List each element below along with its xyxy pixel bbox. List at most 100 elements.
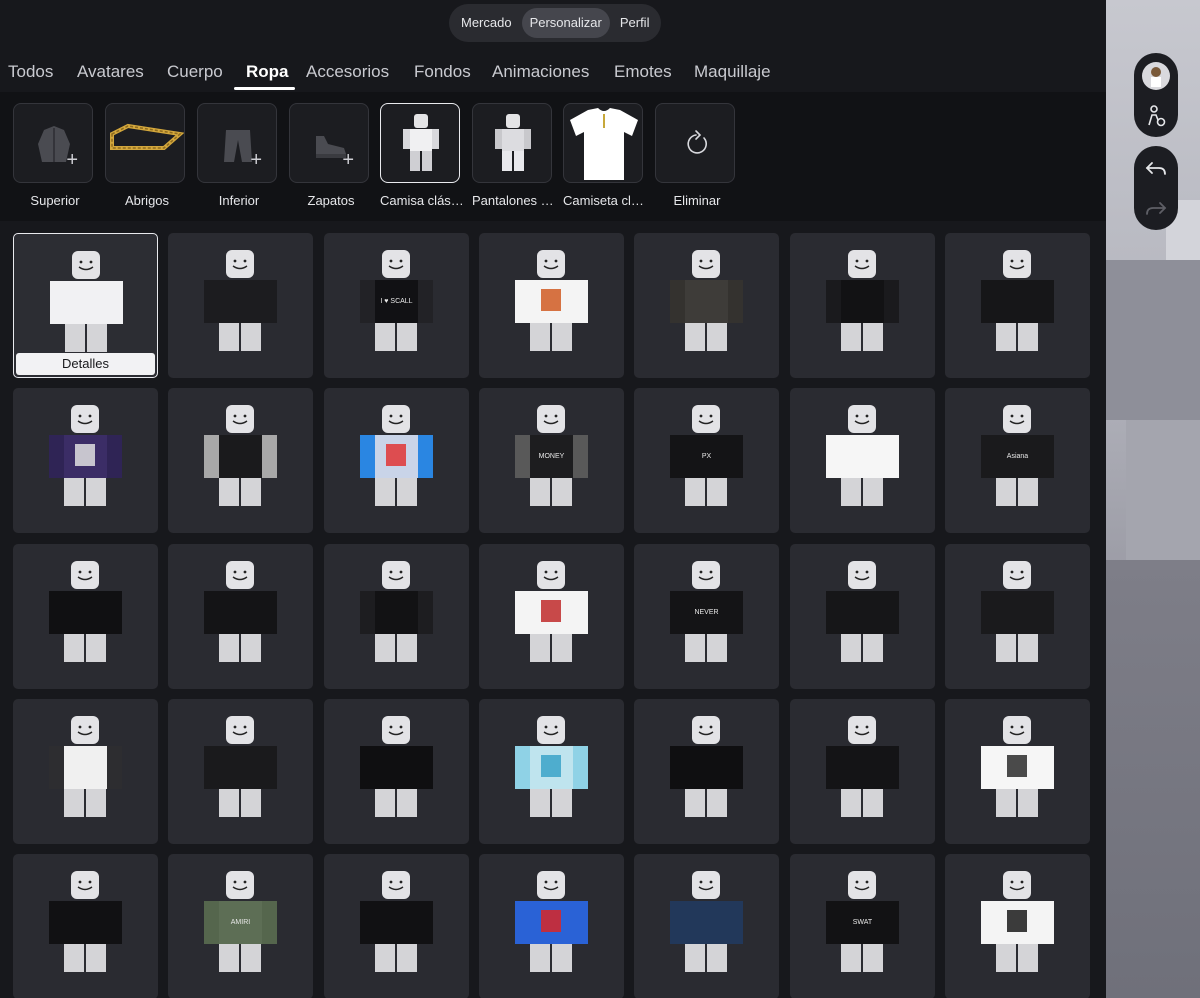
clothing-item-card[interactable] bbox=[324, 854, 469, 998]
subcategory-camisa-clasica[interactable]: Camisa clási... bbox=[380, 103, 464, 208]
shirt-print-text: SWAT bbox=[853, 919, 873, 926]
avatar-left-arm bbox=[981, 901, 996, 944]
subcategory-eliminar[interactable]: Eliminar bbox=[655, 103, 739, 208]
avatar-head bbox=[848, 405, 876, 433]
avatar-head bbox=[226, 871, 254, 899]
avatar-torso bbox=[64, 591, 107, 634]
clothing-item-card[interactable] bbox=[13, 388, 158, 533]
clothing-item-card[interactable] bbox=[634, 699, 779, 844]
avatar-left-leg bbox=[530, 478, 550, 506]
top-segmented-control: Mercado Personalizar Perfil bbox=[449, 4, 662, 42]
details-button[interactable]: Detalles bbox=[16, 353, 155, 375]
tab-maquillaje[interactable]: Maquillaje bbox=[694, 62, 771, 82]
segment-perfil[interactable]: Perfil bbox=[612, 8, 658, 38]
clothing-item-card[interactable] bbox=[479, 699, 624, 844]
avatar-thumbnail: SWAT bbox=[826, 871, 899, 972]
avatar-right-leg bbox=[241, 634, 261, 662]
avatar-right-arm bbox=[1039, 591, 1054, 634]
subcategory-camiseta-clasica[interactable]: Camiseta clá... bbox=[563, 103, 647, 208]
clothing-item-card[interactable] bbox=[634, 854, 779, 998]
tab-fondos[interactable]: Fondos bbox=[414, 62, 471, 82]
avatar-thumbnail bbox=[670, 871, 743, 972]
clothing-item-card[interactable] bbox=[790, 699, 935, 844]
clothing-item-card[interactable] bbox=[945, 699, 1090, 844]
avatar-thumbnail bbox=[981, 716, 1054, 817]
clothing-item-card[interactable]: NEVER bbox=[634, 544, 779, 689]
avatar-thumbnail bbox=[204, 250, 277, 351]
tab-accesorios[interactable]: Accesorios bbox=[306, 62, 389, 82]
clothing-item-card[interactable] bbox=[945, 544, 1090, 689]
clothing-item-card[interactable] bbox=[479, 854, 624, 998]
clothing-item-card[interactable] bbox=[168, 233, 313, 378]
clothing-item-card[interactable]: PX bbox=[634, 388, 779, 533]
clothing-item-card[interactable] bbox=[479, 544, 624, 689]
avatar-left-leg bbox=[375, 634, 395, 662]
tab-ropa[interactable]: Ropa bbox=[246, 62, 289, 82]
avatar-thumbnail bbox=[515, 716, 588, 817]
avatar-left-leg bbox=[375, 789, 395, 817]
avatar-right-leg bbox=[241, 323, 261, 351]
avatar-thumbnail: PX bbox=[670, 405, 743, 506]
clothing-item-card[interactable]: AMIRI bbox=[168, 854, 313, 998]
avatar-head bbox=[72, 251, 100, 279]
clothing-item-card[interactable] bbox=[168, 699, 313, 844]
avatar-left-leg bbox=[64, 944, 84, 972]
clothing-item-card[interactable] bbox=[324, 388, 469, 533]
avatar-head bbox=[848, 561, 876, 589]
clothing-item-card[interactable] bbox=[13, 544, 158, 689]
avatar-thumbnail bbox=[204, 405, 277, 506]
clothing-item-card[interactable] bbox=[324, 699, 469, 844]
avatar-left-arm bbox=[49, 746, 64, 789]
avatar-head bbox=[692, 716, 720, 744]
avatar-head bbox=[1003, 561, 1031, 589]
avatar-thumbnail bbox=[360, 561, 433, 662]
avatar-head bbox=[382, 871, 410, 899]
clothing-item-card[interactable] bbox=[790, 388, 935, 533]
clothing-item-card[interactable]: Detalles bbox=[13, 233, 158, 378]
tab-avatares[interactable]: Avatares bbox=[77, 62, 144, 82]
avatar-torso bbox=[64, 901, 107, 944]
clothing-item-card[interactable]: Asiana bbox=[945, 388, 1090, 533]
clothing-item-card[interactable] bbox=[168, 544, 313, 689]
avatar-headshot-button[interactable] bbox=[1141, 61, 1171, 91]
subcategory-pantalones-clasicos[interactable]: Pantalones c... bbox=[472, 103, 556, 208]
tab-todos[interactable]: Todos bbox=[8, 62, 53, 82]
segment-personalizar[interactable]: Personalizar bbox=[521, 8, 610, 38]
avatar-left-leg bbox=[841, 634, 861, 662]
undo-button[interactable] bbox=[1141, 154, 1171, 184]
avatar-settings-button[interactable] bbox=[1141, 101, 1171, 131]
clothing-item-card[interactable] bbox=[13, 854, 158, 998]
redo-button[interactable] bbox=[1141, 194, 1171, 224]
clothing-item-card[interactable] bbox=[324, 544, 469, 689]
avatar-right-arm bbox=[418, 435, 433, 478]
tab-animaciones[interactable]: Animaciones bbox=[492, 62, 589, 82]
clothing-item-card[interactable]: MONEY bbox=[479, 388, 624, 533]
tab-emotes[interactable]: Emotes bbox=[614, 62, 672, 82]
clothing-item-card[interactable] bbox=[945, 233, 1090, 378]
avatar-head bbox=[382, 716, 410, 744]
avatar-left-arm bbox=[515, 901, 530, 944]
tab-cuerpo[interactable]: Cuerpo bbox=[167, 62, 223, 82]
avatar-right-arm bbox=[573, 435, 588, 478]
subcategory-superior[interactable]: + Superior bbox=[13, 103, 97, 208]
clothing-item-card[interactable] bbox=[168, 388, 313, 533]
clothing-item-card[interactable] bbox=[790, 544, 935, 689]
clothing-item-card[interactable] bbox=[634, 233, 779, 378]
clothing-item-card[interactable] bbox=[790, 233, 935, 378]
clothing-item-card[interactable] bbox=[945, 854, 1090, 998]
clothing-item-card[interactable] bbox=[13, 699, 158, 844]
avatar-left-arm bbox=[50, 281, 65, 324]
undo-redo-controls bbox=[1134, 146, 1178, 230]
avatar-head bbox=[226, 405, 254, 433]
clothing-item-card[interactable]: SWAT bbox=[790, 854, 935, 998]
avatar-right-leg bbox=[397, 634, 417, 662]
clothing-item-card[interactable] bbox=[479, 233, 624, 378]
avatar-right-leg bbox=[241, 478, 261, 506]
subcategory-inferior[interactable]: + Inferior bbox=[197, 103, 281, 208]
segment-mercado[interactable]: Mercado bbox=[453, 8, 520, 38]
subcategory-abrigos[interactable]: Abrigos bbox=[105, 103, 189, 208]
subcategory-zapatos[interactable]: + Zapatos bbox=[289, 103, 373, 208]
avatar-thumbnail bbox=[515, 561, 588, 662]
avatar-head bbox=[692, 871, 720, 899]
clothing-item-card[interactable]: I ♥ SCALL bbox=[324, 233, 469, 378]
